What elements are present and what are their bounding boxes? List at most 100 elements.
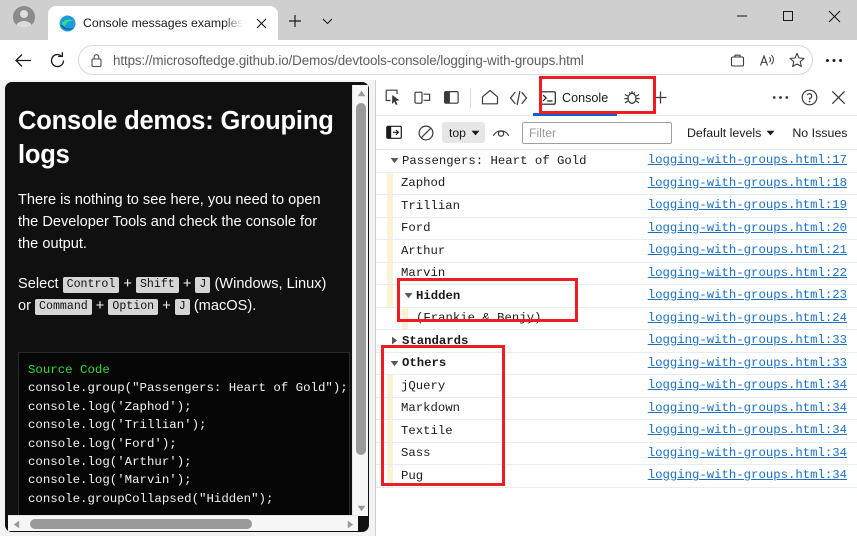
console-message-row[interactable]: Marvin logging-with-groups.html:22: [376, 262, 857, 285]
console-message-source-link[interactable]: logging-with-groups.html:33: [648, 333, 847, 347]
console-message-row[interactable]: jQuery logging-with-groups.html:34: [376, 375, 857, 398]
console-message-source-link[interactable]: logging-with-groups.html:22: [648, 266, 847, 280]
group-twisty-icon[interactable]: [387, 336, 402, 345]
page-title: Console demos: Grouping logs: [18, 107, 334, 170]
devtools-more-options-button[interactable]: [766, 84, 795, 112]
scroll-left-button[interactable]: [8, 516, 24, 532]
console-message-row[interactable]: Pug logging-with-groups.html:34: [376, 465, 857, 488]
favorite-button[interactable]: [782, 46, 812, 74]
filter-input[interactable]: Filter: [521, 121, 672, 144]
close-tab-button[interactable]: [250, 12, 272, 34]
console-message-row[interactable]: Ford logging-with-groups.html:20: [376, 217, 857, 240]
profile-button[interactable]: [0, 0, 48, 40]
home-icon: [481, 89, 498, 105]
console-message-source-link[interactable]: logging-with-groups.html:34: [648, 378, 847, 392]
console-message-source-link[interactable]: logging-with-groups.html:34: [648, 401, 847, 415]
maximize-button[interactable]: [765, 0, 811, 32]
devtools-main-toolbar: Console: [376, 80, 857, 116]
site-info-button[interactable]: [79, 46, 113, 74]
scroll-down-button[interactable]: [353, 500, 369, 516]
tab-console[interactable]: Console: [533, 81, 618, 116]
live-expression-button[interactable]: [487, 119, 516, 147]
code-line: console.groupCollapsed("Hidden");: [28, 491, 274, 506]
console-messages-list[interactable]: Passengers: Heart of Gold logging-with-gr…: [376, 150, 857, 536]
read-aloud-button[interactable]: [752, 46, 782, 74]
minimize-button[interactable]: [719, 0, 765, 32]
issues-tab[interactable]: [617, 84, 646, 112]
page-vertical-scrollbar[interactable]: [352, 85, 368, 516]
device-emulation-icon: [414, 91, 431, 104]
collections-button[interactable]: [722, 46, 752, 74]
edge-logo-icon: [59, 15, 76, 31]
devtools-close-button[interactable]: [824, 84, 853, 112]
console-message-source-link[interactable]: logging-with-groups.html:34: [648, 423, 847, 437]
console-sidebar-button[interactable]: [380, 119, 409, 147]
device-emulation-button[interactable]: [408, 84, 437, 112]
page-body: Console demos: Grouping logs There is no…: [5, 82, 369, 532]
console-message-source-link[interactable]: logging-with-groups.html:34: [648, 468, 847, 482]
read-aloud-icon: [759, 53, 774, 66]
issues-bug-icon: [624, 91, 640, 104]
page-horizontal-scrollbar[interactable]: [8, 515, 358, 531]
row-gutter: [376, 420, 387, 442]
more-tools-button[interactable]: [646, 84, 675, 112]
source-code-title: Source Code: [28, 363, 110, 377]
devtools-help-button[interactable]: [795, 84, 824, 112]
console-message-row[interactable]: Arthur logging-with-groups.html:21: [376, 240, 857, 263]
scroll-up-button[interactable]: [353, 85, 369, 101]
group-twisty-icon[interactable]: [401, 292, 416, 299]
console-message-source-link[interactable]: logging-with-groups.html:34: [648, 446, 847, 460]
scrollbar-thumb[interactable]: [356, 103, 366, 455]
row-gutter: [376, 263, 387, 285]
console-message-row[interactable]: Zaphod logging-with-groups.html:18: [376, 172, 857, 195]
inspect-element-icon: [385, 89, 400, 105]
row-gutter: [376, 398, 387, 420]
console-message-source-link[interactable]: logging-with-groups.html:19: [648, 198, 847, 212]
console-message-row[interactable]: Others logging-with-groups.html:33: [376, 353, 857, 375]
minimize-icon: [737, 15, 747, 17]
welcome-home-button[interactable]: [475, 84, 504, 112]
row-gutter: [376, 285, 387, 307]
address-bar[interactable]: https://microsoftedge.github.io/Demos/de…: [78, 45, 813, 75]
console-message-row[interactable]: Trillian logging-with-groups.html:19: [376, 195, 857, 218]
console-message-row[interactable]: Passengers: Heart of Gold logging-with-gr…: [376, 150, 857, 173]
lock-icon: [90, 53, 102, 67]
caret-up-icon: [357, 90, 365, 96]
browser-settings-button[interactable]: [817, 43, 851, 77]
refresh-button[interactable]: [40, 43, 74, 77]
clear-console-button[interactable]: [411, 119, 440, 147]
help-question-icon: [801, 89, 818, 106]
console-message-source-link[interactable]: logging-with-groups.html:24: [648, 311, 847, 325]
tab-actions-button[interactable]: [312, 6, 342, 40]
group-indent-bar: [387, 375, 393, 397]
browser-tab[interactable]: Console messages examples: gro: [48, 6, 278, 40]
console-message-source-link[interactable]: logging-with-groups.html:33: [648, 356, 847, 370]
caret-down-icon: [357, 505, 365, 511]
scrollbar-thumb[interactable]: [30, 519, 252, 529]
console-message-row[interactable]: (Frankie & Benjy) logging-with-groups.htm…: [376, 307, 857, 330]
console-message-row[interactable]: Hidden logging-with-groups.html:23: [376, 285, 857, 308]
inspect-element-button[interactable]: [379, 84, 408, 112]
focus-mode-button[interactable]: [437, 84, 466, 112]
console-message-source-link[interactable]: logging-with-groups.html:23: [648, 288, 847, 302]
row-gutter: [376, 465, 387, 487]
close-window-button[interactable]: [811, 0, 857, 32]
javascript-context-selector[interactable]: top: [442, 122, 485, 143]
console-message-source-link[interactable]: logging-with-groups.html:18: [648, 176, 847, 190]
console-message-source-link[interactable]: logging-with-groups.html:20: [648, 221, 847, 235]
issues-counter[interactable]: No Issues: [792, 126, 847, 140]
console-message-row[interactable]: Textile logging-with-groups.html:34: [376, 420, 857, 443]
console-message-row[interactable]: Markdown logging-with-groups.html:34: [376, 397, 857, 420]
group-twisty-icon[interactable]: [387, 360, 402, 367]
console-message-source-link[interactable]: logging-with-groups.html:17: [648, 153, 847, 167]
elements-tab[interactable]: [504, 84, 533, 112]
group-twisty-icon[interactable]: [387, 157, 402, 164]
back-button[interactable]: [6, 43, 40, 77]
new-tab-button[interactable]: [278, 6, 312, 40]
log-levels-dropdown[interactable]: Default levels: [687, 126, 775, 140]
title-bar: Console messages examples: gro: [0, 0, 857, 40]
console-message-row[interactable]: Standards logging-with-groups.html:33: [376, 330, 857, 353]
scroll-right-button[interactable]: [342, 516, 358, 532]
console-message-source-link[interactable]: logging-with-groups.html:21: [648, 243, 847, 257]
console-message-row[interactable]: Sass logging-with-groups.html:34: [376, 442, 857, 465]
